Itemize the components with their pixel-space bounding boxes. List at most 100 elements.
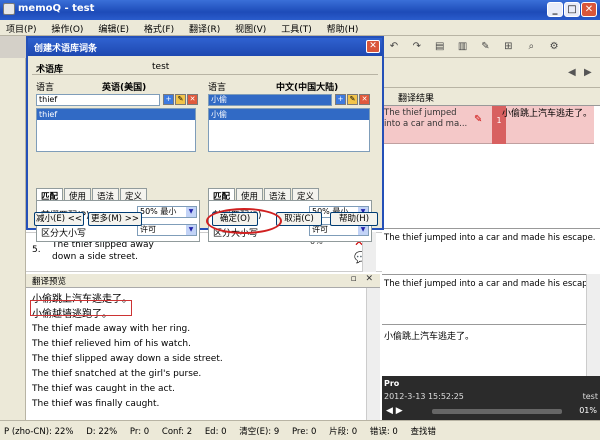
- pro-user: test: [582, 392, 598, 401]
- pro-title: Pro: [384, 379, 400, 388]
- preview-line: The thief snatched at the girl's purse.: [32, 369, 202, 379]
- status-item: Pre: 0: [291, 427, 317, 437]
- target-lang-name: 中文(中国大陆): [276, 83, 339, 93]
- list-item[interactable]: thief: [37, 109, 195, 120]
- menu-help[interactable]: 帮助(H): [321, 20, 365, 35]
- target-term-list[interactable]: 小偷: [208, 108, 370, 152]
- minimize-button[interactable]: _: [547, 2, 563, 17]
- left-gutter: [0, 58, 26, 420]
- dialog-title: 创建术语库词条: [34, 44, 98, 54]
- nav-prev-icon[interactable]: ◀: [568, 67, 576, 78]
- pro-timestamp: 2012-3-13 15:52:25: [384, 392, 464, 401]
- status-item: Conf: 2: [161, 427, 193, 437]
- target-term-input[interactable]: 小偷: [208, 94, 332, 106]
- delete-term-icon[interactable]: ✕: [187, 94, 198, 105]
- status-item: P (zho-CN): 22%: [4, 427, 74, 437]
- menu-translate[interactable]: 翻译(R): [183, 20, 226, 35]
- prefix-match-select[interactable]: 50% 最小 ▼: [137, 206, 197, 218]
- dialog-titlebar: 创建术语库词条 ✕: [28, 38, 382, 56]
- status-item: 查找错: [410, 427, 437, 437]
- translation-results-label: 翻译结果: [398, 94, 435, 104]
- status-item: 清空(E): 9: [239, 427, 280, 437]
- status-item: Ed: 0: [204, 427, 227, 437]
- redo-icon[interactable]: ↷: [410, 40, 424, 54]
- source-term-list[interactable]: thief: [36, 108, 196, 152]
- app-icon: [3, 3, 15, 15]
- window-title: memoQ - test: [18, 3, 95, 14]
- chevron-down-icon[interactable]: ▼: [186, 207, 196, 217]
- close-button[interactable]: ✕: [581, 2, 597, 17]
- less-button[interactable]: 减小(E) <<: [34, 212, 84, 226]
- row-source: The thief slipped away down a side stree…: [52, 240, 154, 262]
- panel-controls-icon[interactable]: ▫ ✕: [350, 274, 376, 284]
- play-icon[interactable]: ◀ ▶: [386, 406, 403, 416]
- source-lang-name: 英语(美国): [102, 83, 147, 93]
- pro-panel: Pro 2012-3-13 15:52:25 test ◀ ▶ 01%: [382, 376, 600, 420]
- ok-highlight-ring: [206, 208, 282, 234]
- menu-format[interactable]: 格式(F): [138, 20, 180, 35]
- result-target: 小偷跳上汽车逃走了。: [502, 109, 593, 119]
- pro-progress-bar[interactable]: [432, 409, 562, 414]
- toolbar-icon[interactable]: ⌕: [524, 40, 538, 54]
- preview-highlight: [30, 300, 132, 316]
- toolbar-icon[interactable]: ⚙: [547, 40, 561, 54]
- pro-percent: 01%: [579, 406, 597, 415]
- menu-edit[interactable]: 编辑(E): [92, 20, 135, 35]
- result-row[interactable]: The thief jumped into a car and ma... ✎ …: [384, 106, 594, 144]
- help-button[interactable]: 帮助(H): [330, 212, 378, 226]
- target-term-tools: + ✎ ✕: [334, 94, 370, 105]
- preview-line: The thief slipped away down a side stree…: [32, 354, 223, 364]
- preview-line: The thief made away with her ring.: [32, 324, 191, 334]
- menu-view[interactable]: 视图(V): [229, 20, 272, 35]
- preview-line: The thief was finally caught.: [32, 399, 160, 409]
- result-detail-a: The thief jumped into a car and made his…: [382, 228, 600, 272]
- result-detail-b: The thief jumped into a car and made his…: [382, 274, 600, 322]
- more-button[interactable]: 更多(M) >>: [88, 212, 142, 226]
- menu-operation[interactable]: 操作(O): [45, 20, 89, 35]
- list-item[interactable]: 小偷: [209, 109, 369, 120]
- right-panel-header: ◀ ▶: [384, 58, 600, 88]
- case-sensitive-label: 区分大小写: [41, 229, 87, 239]
- status-item: D: 22%: [86, 427, 118, 437]
- preview-scrollbar[interactable]: [366, 288, 380, 420]
- add-term-icon[interactable]: +: [335, 94, 346, 105]
- menu-bar: 项目(P) 操作(O) 编辑(E) 格式(F) 翻译(R) 视图(V) 工具(T…: [0, 20, 600, 36]
- edit-term-icon[interactable]: ✎: [175, 94, 186, 105]
- toolbar-icon[interactable]: ⊞: [501, 40, 515, 54]
- prefix-match-value: 50% 最小: [140, 207, 177, 216]
- menu-project[interactable]: 项目(P): [0, 20, 42, 35]
- dialog-close-icon[interactable]: ✕: [366, 40, 380, 53]
- chevron-down-icon[interactable]: ▼: [186, 225, 196, 235]
- toolbar-icon[interactable]: ▤: [433, 40, 447, 54]
- result-scrollbar[interactable]: [586, 274, 600, 376]
- toolbar-icon[interactable]: ▥: [456, 40, 470, 54]
- status-item: 错误: 0: [369, 427, 398, 437]
- edit-icon: ✎: [474, 114, 483, 125]
- source-term-input[interactable]: thief: [36, 94, 160, 106]
- divider: [32, 74, 378, 75]
- preview-line: The thief relieved him of his watch.: [32, 339, 191, 349]
- cancel-button[interactable]: 取消(C): [276, 212, 322, 226]
- toolbar-icon[interactable]: ✎: [479, 40, 493, 54]
- toolbar: ↶ ↷ ▤ ▥ ✎ ⊞ ⌕ ⚙: [384, 36, 600, 58]
- undo-icon[interactable]: ↶: [387, 40, 401, 54]
- case-sensitive-select[interactable]: 许可 ▼: [137, 224, 197, 236]
- add-term-icon[interactable]: +: [163, 94, 174, 105]
- nav-next-icon[interactable]: ▶: [584, 67, 592, 78]
- row-number: 5.: [32, 245, 41, 255]
- lang-label: 语言: [208, 83, 227, 93]
- termbase-value: test: [152, 62, 170, 72]
- window-titlebar: memoQ - test _ □ ✕: [0, 0, 600, 20]
- status-bar: P (zho-CN): 22% D: 22% Pr: 0 Conf: 2 Ed:…: [0, 420, 600, 440]
- result-detail-c: 小偷跳上汽车逃走了。: [382, 324, 600, 376]
- create-term-dialog: 创建术语库词条 ✕ 术语库 test 语言 英语(美国) thief + ✎ ✕ t…: [26, 36, 384, 242]
- edit-term-icon[interactable]: ✎: [347, 94, 358, 105]
- menu-tools[interactable]: 工具(T): [275, 20, 318, 35]
- status-item: 片段: 0: [329, 427, 358, 437]
- status-item: Pr: 0: [129, 427, 150, 437]
- preview-header: 翻译预览 ▫ ✕: [26, 274, 380, 288]
- source-term-tools: + ✎ ✕: [162, 94, 198, 105]
- maximize-button[interactable]: □: [564, 2, 580, 17]
- delete-term-icon[interactable]: ✕: [359, 94, 370, 105]
- chevron-down-icon[interactable]: ▼: [358, 225, 368, 235]
